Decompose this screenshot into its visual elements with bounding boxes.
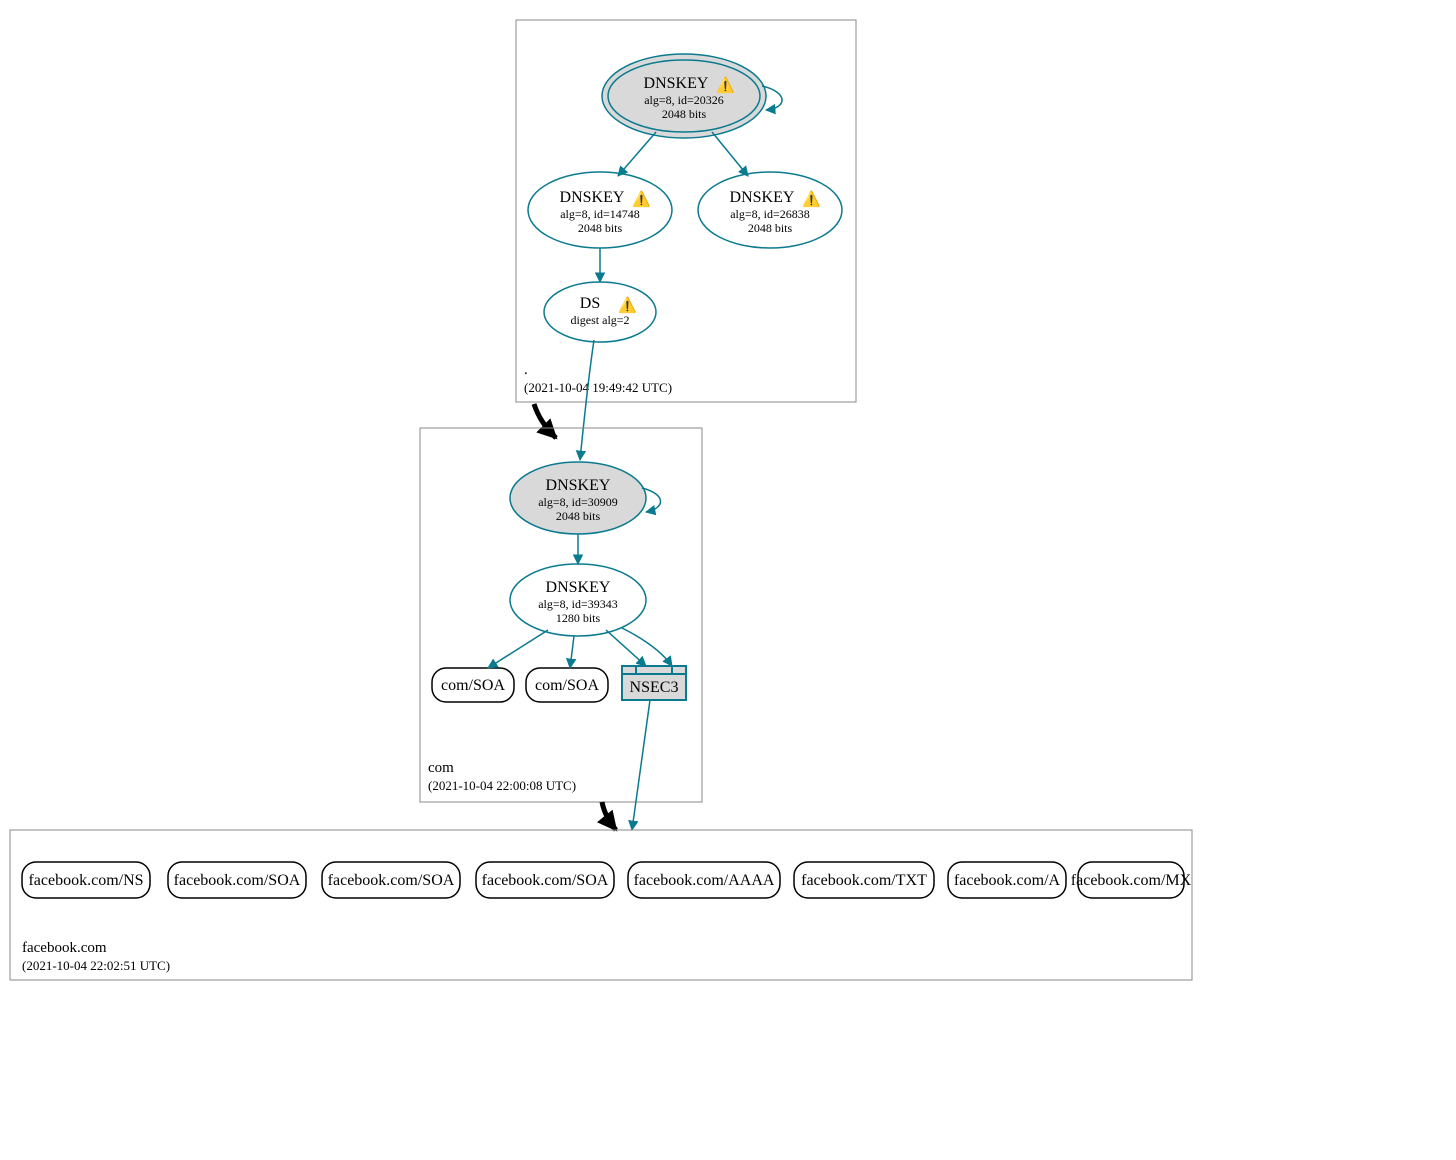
warning-icon: ⚠️: [632, 190, 651, 208]
svg-text:digest alg=2: digest alg=2: [570, 313, 629, 327]
svg-text:facebook.com/SOA: facebook.com/SOA: [328, 872, 455, 889]
warning-icon: ⚠️: [716, 76, 735, 94]
node-fb-soa1: facebook.com/SOA: [168, 862, 306, 898]
node-fb-a: facebook.com/A: [948, 862, 1066, 898]
svg-text:DNSKEY: DNSKEY: [546, 579, 611, 596]
svg-text:DS: DS: [580, 295, 600, 312]
svg-text:1280 bits: 1280 bits: [556, 611, 601, 625]
svg-text:DNSKEY: DNSKEY: [730, 189, 795, 206]
edge-com-fb-delegation: [602, 802, 616, 830]
node-root-ksk: DNSKEY ⚠️ alg=8, id=20326 2048 bits: [602, 54, 766, 138]
node-com-zsk: DNSKEY alg=8, id=39343 1280 bits: [510, 564, 646, 636]
node-fb-soa2: facebook.com/SOA: [322, 862, 460, 898]
edge-com-zsk-soa2: [570, 636, 574, 668]
svg-text:facebook.com/NS: facebook.com/NS: [28, 872, 143, 889]
node-fb-mx: facebook.com/MX: [1071, 862, 1192, 898]
node-fb-aaaa: facebook.com/AAAA: [628, 862, 780, 898]
zone-fb-box: [10, 830, 1192, 980]
edge-root-ds-com-ksk: [580, 340, 594, 460]
svg-text:DNSKEY: DNSKEY: [546, 477, 611, 494]
svg-text:DNSKEY: DNSKEY: [560, 189, 625, 206]
svg-text:alg=8, id=14748: alg=8, id=14748: [560, 207, 640, 221]
node-fb-soa3: facebook.com/SOA: [476, 862, 614, 898]
zone-fb-time: (2021-10-04 22:02:51 UTC): [22, 958, 170, 973]
warning-icon: ⚠️: [618, 296, 637, 314]
svg-text:facebook.com/MX: facebook.com/MX: [1071, 872, 1192, 889]
edge-com-zsk-nsec3-1: [606, 630, 646, 666]
node-fb-ns: facebook.com/NS: [22, 862, 150, 898]
svg-text:facebook.com/A: facebook.com/A: [954, 872, 1061, 889]
svg-text:2048 bits: 2048 bits: [578, 221, 623, 235]
edge-com-nsec3-fb: [632, 700, 650, 830]
edge-com-zsk-nsec3-2: [622, 628, 672, 666]
svg-text:alg=8, id=39343: alg=8, id=39343: [538, 597, 618, 611]
svg-text:alg=8, id=20326: alg=8, id=20326: [644, 93, 724, 107]
zone-com-time: (2021-10-04 22:00:08 UTC): [428, 778, 576, 793]
zone-root-name: .: [524, 362, 528, 378]
zone-fb-name: facebook.com: [22, 940, 107, 956]
edge-root-ksk-zsk1: [618, 132, 656, 176]
node-root-ds: DS ⚠️ digest alg=2: [544, 282, 656, 342]
svg-text:facebook.com/AAAA: facebook.com/AAAA: [634, 872, 775, 889]
zone-root-time: (2021-10-04 19:49:42 UTC): [524, 380, 672, 395]
node-com-soa1: com/SOA: [432, 668, 514, 702]
node-com-soa2: com/SOA: [526, 668, 608, 702]
svg-text:alg=8, id=26838: alg=8, id=26838: [730, 207, 810, 221]
svg-text:2048 bits: 2048 bits: [748, 221, 793, 235]
svg-text:facebook.com/SOA: facebook.com/SOA: [174, 872, 301, 889]
svg-text:com/SOA: com/SOA: [535, 677, 599, 694]
node-com-nsec3: NSEC3: [622, 666, 686, 700]
node-root-zsk1: DNSKEY ⚠️ alg=8, id=14748 2048 bits: [528, 172, 672, 248]
svg-text:DNSKEY: DNSKEY: [644, 75, 709, 92]
edge-root-ksk-zsk2: [712, 132, 748, 176]
svg-text:com/SOA: com/SOA: [441, 677, 505, 694]
node-root-zsk2: DNSKEY ⚠️ alg=8, id=26838 2048 bits: [698, 172, 842, 248]
edge-root-com-delegation: [534, 404, 556, 438]
svg-text:facebook.com/TXT: facebook.com/TXT: [801, 872, 927, 889]
node-com-ksk: DNSKEY alg=8, id=30909 2048 bits: [510, 462, 646, 534]
svg-text:facebook.com/SOA: facebook.com/SOA: [482, 872, 609, 889]
svg-text:2048 bits: 2048 bits: [556, 509, 601, 523]
node-fb-txt: facebook.com/TXT: [794, 862, 934, 898]
edge-com-zsk-soa1: [488, 630, 548, 668]
svg-text:NSEC3: NSEC3: [630, 679, 679, 696]
warning-icon: ⚠️: [802, 190, 821, 208]
zone-com-name: com: [428, 760, 454, 776]
svg-text:alg=8, id=30909: alg=8, id=30909: [538, 495, 618, 509]
svg-text:2048 bits: 2048 bits: [662, 107, 707, 121]
dnsviz-diagram: . (2021-10-04 19:49:42 UTC) DNSKEY ⚠️ al…: [0, 0, 1456, 1160]
